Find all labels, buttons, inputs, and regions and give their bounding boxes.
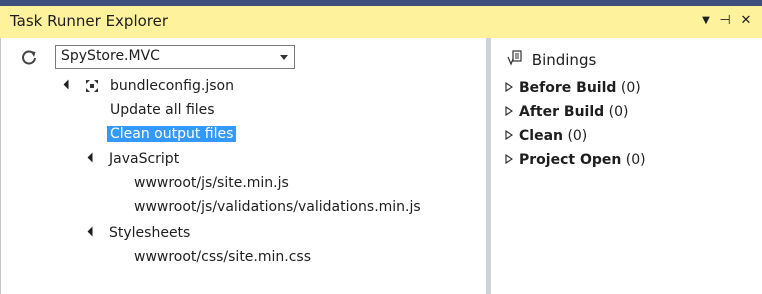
collapsed-triangle-icon[interactable] <box>505 101 519 123</box>
tab-bindings-label: Bindings <box>531 51 597 69</box>
binding-name: Project Open <box>519 152 622 168</box>
close-icon[interactable]: ✕ <box>737 10 755 32</box>
binding-name: Clean <box>519 128 563 144</box>
tree-file-item[interactable]: wwwroot/js/site.min.js <box>134 172 289 194</box>
group-label: Stylesheets <box>109 225 191 241</box>
pin-icon[interactable]: ⊣ <box>716 10 734 32</box>
tool-window-titlebar: Task Runner Explorer ▼ ⊣ ✕ <box>0 0 762 38</box>
tree-root-row[interactable]: bundleconfig.json <box>63 75 305 97</box>
bindings-pane: Bindings Before Build (0) After Build (0… <box>491 38 762 294</box>
tree-root-label: bundleconfig.json <box>110 78 234 94</box>
tree-file-item[interactable]: wwwroot/css/site.min.css <box>134 246 311 268</box>
tree-file-item[interactable]: wwwroot/js/validations/validations.min.j… <box>134 196 421 218</box>
task-label-selected: Clean output files <box>107 126 237 142</box>
tree-group-stylesheets[interactable]: Stylesheets <box>87 222 289 244</box>
binding-count: (0) <box>567 128 588 144</box>
window-menu-button[interactable]: ▼ <box>698 10 714 32</box>
binding-clean[interactable]: Clean (0) <box>505 125 587 147</box>
file-label: wwwroot/js/site.min.js <box>134 175 289 191</box>
file-label: wwwroot/js/validations/validations.min.j… <box>134 199 421 215</box>
task-label: Update all files <box>110 102 215 118</box>
expand-triangle-icon[interactable] <box>63 79 74 90</box>
binding-count: (0) <box>625 152 646 168</box>
expand-triangle-icon[interactable] <box>87 152 98 163</box>
tree-group-javascript[interactable]: JavaScript <box>87 148 289 170</box>
task-tree-pane: SpyStore.MVC bundleconfig.json Update al… <box>0 38 487 294</box>
project-select[interactable]: SpyStore.MVC <box>55 45 295 69</box>
collapsed-triangle-icon[interactable] <box>505 149 519 171</box>
binding-name: Before Build <box>519 80 617 96</box>
binding-name: After Build <box>519 104 605 120</box>
project-select-value: SpyStore.MVC <box>61 48 160 64</box>
collapsed-triangle-icon[interactable] <box>505 77 519 99</box>
tab-bindings[interactable]: Bindings <box>503 47 603 74</box>
window-title: Task Runner Explorer <box>10 12 169 30</box>
binding-before-build[interactable]: Before Build (0) <box>505 77 641 99</box>
bundle-config-icon <box>85 75 99 97</box>
expand-triangle-icon[interactable] <box>87 226 98 237</box>
binding-project-open[interactable]: Project Open (0) <box>505 149 646 171</box>
chevron-down-icon[interactable] <box>280 55 288 60</box>
task-clean-output-files[interactable]: Clean output files <box>107 123 237 145</box>
refresh-icon[interactable] <box>19 49 39 69</box>
collapsed-triangle-icon[interactable] <box>505 125 519 147</box>
bindings-icon <box>507 48 523 74</box>
task-update-all-files[interactable]: Update all files <box>110 99 215 121</box>
binding-after-build[interactable]: After Build (0) <box>505 101 628 123</box>
binding-count: (0) <box>620 80 641 96</box>
binding-count: (0) <box>608 104 629 120</box>
group-label: JavaScript <box>109 151 180 167</box>
file-label: wwwroot/css/site.min.css <box>134 249 312 265</box>
